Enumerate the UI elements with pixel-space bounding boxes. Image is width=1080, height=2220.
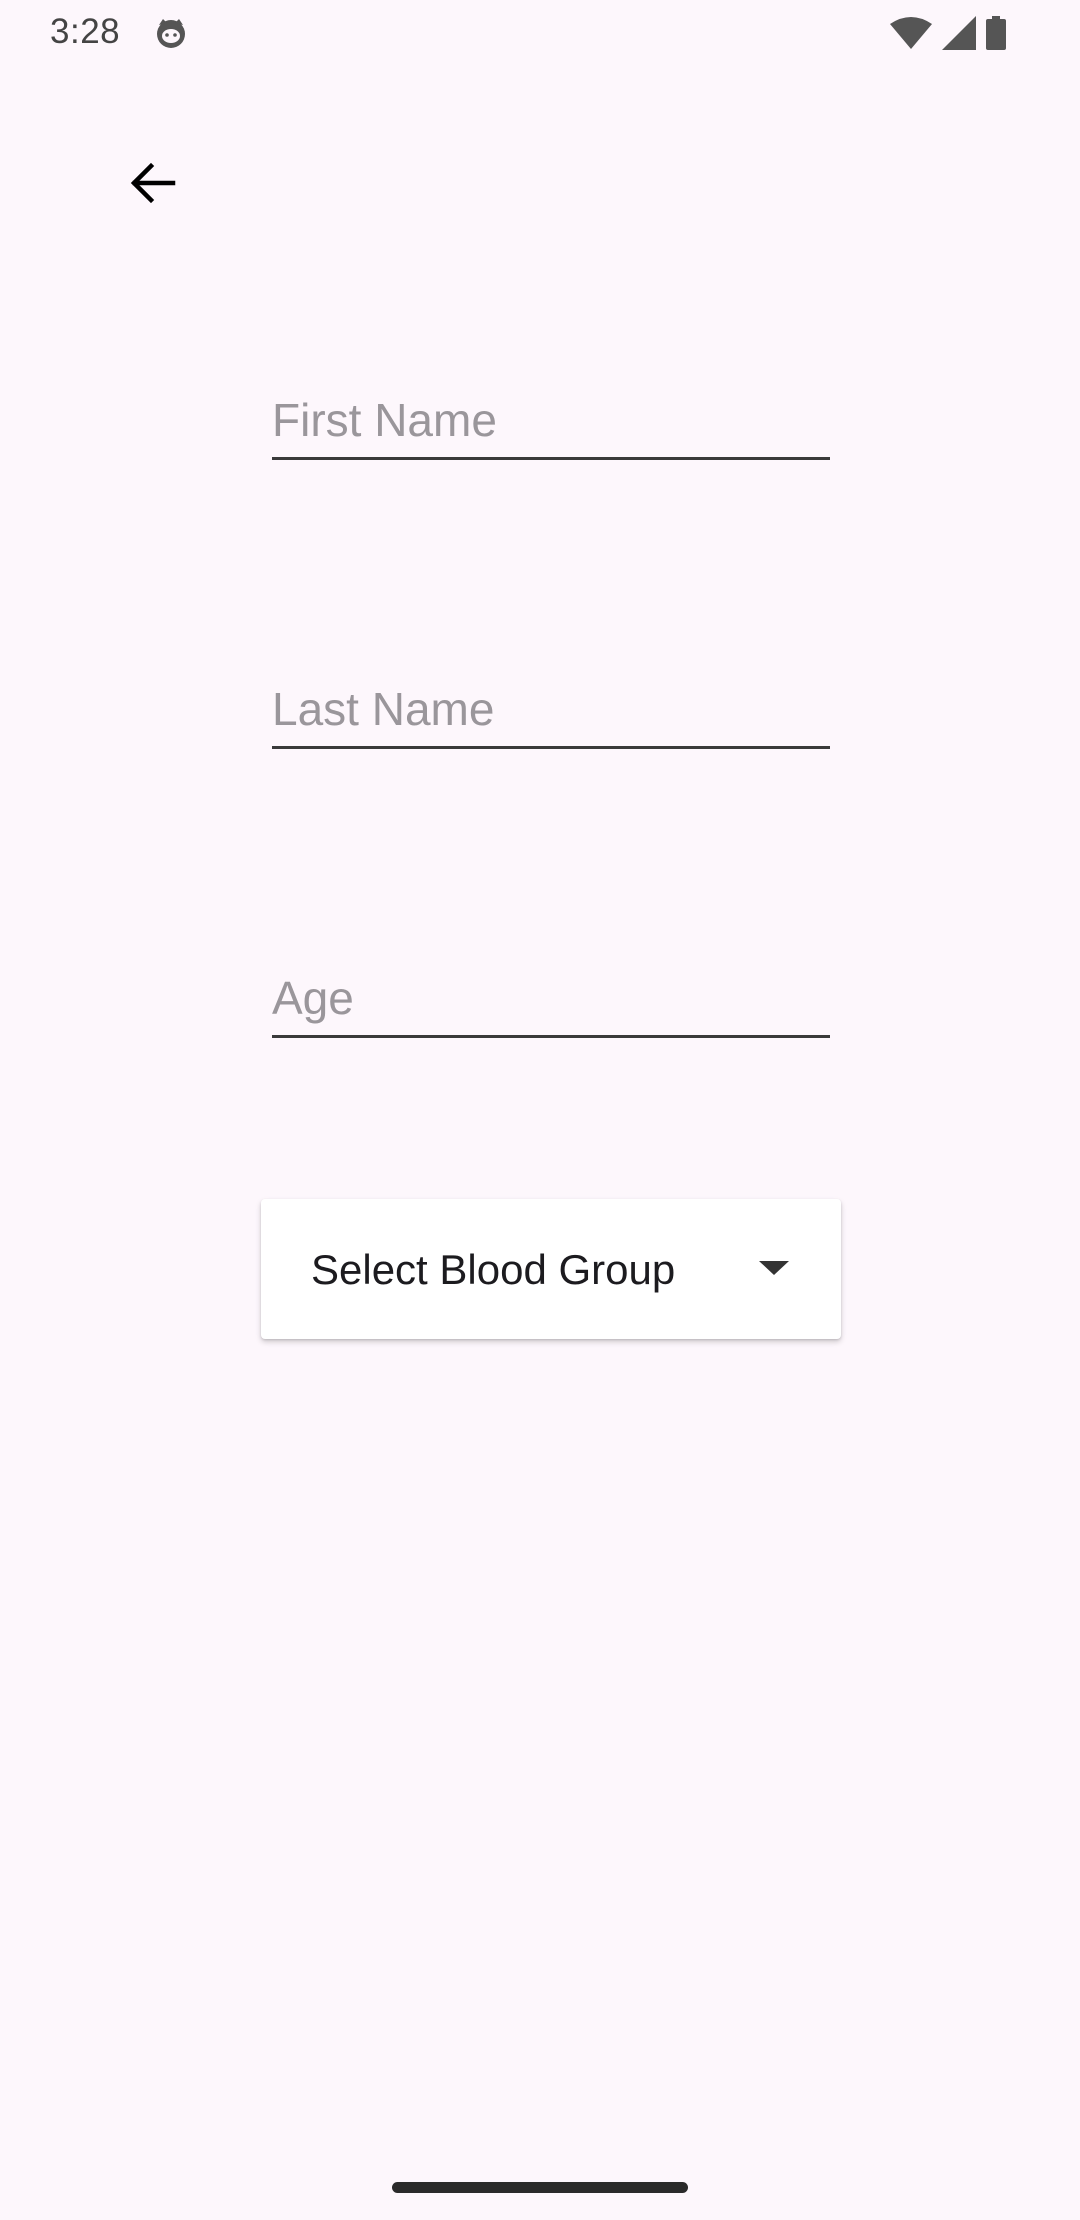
caret-down-icon — [759, 1259, 789, 1277]
screen: 3:28 First Name Last Name Age Select Blo… — [0, 0, 1080, 2220]
arrow-back-icon — [127, 158, 177, 213]
gesture-nav-handle[interactable] — [392, 2182, 688, 2193]
first-name-field — [272, 380, 830, 460]
status-bar: 3:28 — [0, 0, 1080, 66]
battery-icon — [986, 16, 1006, 50]
first-name-input[interactable] — [272, 393, 830, 447]
age-field — [272, 958, 830, 1038]
blood-group-selected-label: Select Blood Group — [311, 1246, 676, 1293]
cell-signal-icon — [942, 16, 976, 50]
wifi-icon — [890, 16, 932, 50]
last-name-input[interactable] — [272, 682, 830, 736]
back-button[interactable] — [117, 150, 187, 220]
status-time: 3:28 — [50, 12, 121, 51]
cat-face-icon — [154, 16, 188, 50]
status-icons — [890, 14, 1006, 52]
blood-group-dropdown[interactable]: Select Blood Group — [261, 1199, 841, 1339]
age-input[interactable] — [272, 971, 830, 1025]
last-name-field — [272, 669, 830, 749]
